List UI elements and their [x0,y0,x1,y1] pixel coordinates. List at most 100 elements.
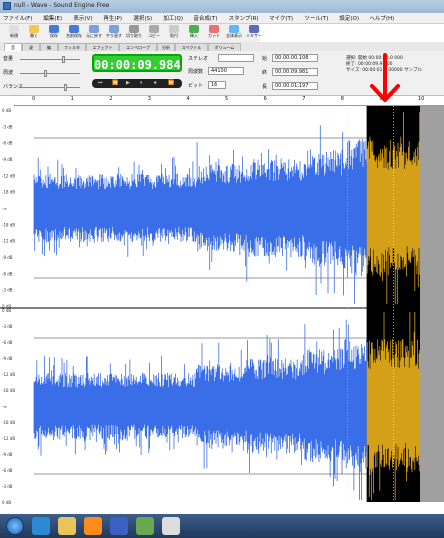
toolbar-button[interactable]: 開く [24,25,44,41]
ruler-tick-label: 1 [70,96,74,102]
volume-label: 音量 [3,56,14,62]
menu-item[interactable]: ツール(T) [304,14,328,22]
db-scale-label: -9 dB [2,157,13,162]
tab[interactable]: 音 [4,43,22,51]
frequency-slider[interactable] [20,73,80,74]
ruler-tick-label: 6 [263,96,267,102]
start-button[interactable] [6,517,24,535]
db-scale-label: -3 dB [2,288,13,293]
tab[interactable]: フィルタ [58,43,86,51]
toolbar-button[interactable]: カット [204,25,224,41]
frequency-label: 周波 [3,70,14,76]
toolbar-button[interactable]: 全体表示 [224,25,244,41]
transport-button[interactable]: ⏹ [154,80,157,86]
start-label: 始 [262,56,268,62]
toolbar-button[interactable]: 保存 [44,25,64,41]
toolbar-button-label: 保存 [50,33,58,38]
format-select[interactable] [218,54,254,62]
ruler-tick-label: 5 [225,96,229,102]
db-scale-label: 0 dB [2,500,11,505]
toolbar-button[interactable]: 貼付 [164,25,184,41]
db-scale-label: -9 dB [2,255,13,260]
tab[interactable]: スペクトル [175,43,208,51]
folder-icon[interactable] [58,517,76,535]
tab[interactable]: エフェクト [86,43,119,51]
menu-item[interactable]: 再生(P) [103,14,122,22]
transport-button[interactable]: ⏮ [98,80,103,86]
menu-item[interactable]: 音合成(T) [193,14,217,22]
word-icon[interactable] [110,517,128,535]
rate-label: 周波数 [188,69,204,75]
menu-item[interactable]: マイク(T) [269,14,293,22]
menu-item[interactable]: スタンプ(R) [229,14,259,22]
menu-item[interactable]: 加工(Q) [163,14,183,22]
menu-item[interactable]: 選択(S) [133,14,152,22]
menu-item[interactable]: ファイル(F) [3,14,32,22]
frequency-slider-knob[interactable] [44,70,47,77]
ie-icon[interactable] [32,517,50,535]
db-scale-label: -18 dB [2,190,15,195]
length-label: 長 [262,84,268,90]
bits-select[interactable]: 16 [208,81,226,89]
redo-icon [109,25,119,33]
toolbar-button[interactable]: 元に戻す [84,25,104,41]
time-ruler[interactable]: 0 1 2 3 4 5 6 7 8 9 10 [14,96,444,106]
title-bar: null - Wave - Sound Engine Free [0,0,444,13]
end-time-field[interactable]: 00.00.09.981 [272,68,318,76]
toolbar-button-label: 新規 [10,33,18,38]
tab[interactable]: 波 [22,43,40,51]
balance-slider[interactable] [20,87,80,88]
transport-button[interactable]: ⏸ [140,80,143,86]
format-label: ステレオ [188,56,209,62]
db-scale-label: -3 dB [2,324,13,329]
db-scale-label: -12 dB [2,436,15,441]
toolbar-button[interactable]: 挿入 [184,25,204,41]
volume-slider[interactable] [20,59,80,60]
transport-button[interactable]: ▶ [126,80,130,86]
toolbar-button[interactable]: ミキサー [244,25,264,41]
rate-select[interactable]: 44100 [208,67,244,75]
toolbar-button-label: 貼付 [170,33,178,38]
transport-button[interactable]: ⏩ [168,80,174,86]
volume-slider-knob[interactable] [62,56,65,63]
menu-item[interactable]: 編集(E) [43,14,62,22]
open-folder-icon [29,25,39,33]
save-icon [49,25,59,33]
tab[interactable]: ボリューム [208,43,241,51]
zoom-fit-icon [229,25,239,33]
length-time-field[interactable]: 00.00.01.197 [272,82,318,90]
insert-icon [189,25,199,33]
db-scale-label: -∞ [2,404,7,409]
toolbar-button[interactable]: やり直す [104,25,124,41]
waveform-canvas[interactable]: 0 dB -3 dB -6 dB -9 dB -12 dB -18 dB -∞ -18 dB -… [0,106,444,514]
tab[interactable]: 分析 [157,43,175,51]
db-scale-label: -12 dB [2,239,15,244]
db-scale-label: -9 dB [2,356,13,361]
db-scale-label: -∞ [2,206,7,211]
ruler-tick-label: 7 [302,96,306,102]
save-as-icon [69,25,79,33]
db-scale-label: -6 dB [2,141,13,146]
menu-item[interactable]: 表示(V) [73,14,92,22]
cut-icon [129,25,139,33]
toolbar-button[interactable]: 名前保存 [64,25,84,41]
time-display: 00:00:09.984 [92,54,182,72]
tool-icon[interactable] [136,517,154,535]
media-player-icon[interactable] [84,517,102,535]
toolbar-button-label: 全体表示 [226,33,242,38]
menu-item[interactable]: ヘルプ(H) [369,14,394,22]
tab[interactable]: エンベロープ [119,43,157,51]
db-scale-label: 0 dB [2,108,11,113]
db-scale-label: -3 dB [2,124,13,129]
tab[interactable]: 編 [40,43,58,51]
start-time-field[interactable]: 00.00.00.108 [272,54,318,62]
sound-engine-icon[interactable] [162,517,180,535]
toolbar-button[interactable]: 新規 [4,25,24,41]
trim-icon [209,25,219,33]
transport-button[interactable]: ⏪ [112,80,118,86]
menu-item[interactable]: 設定(O) [339,14,359,22]
app-icon [3,2,11,10]
toolbar-button[interactable]: 切り取り [124,25,144,41]
toolbar-button[interactable]: コピー [144,25,164,41]
balance-slider-knob[interactable] [64,84,67,91]
